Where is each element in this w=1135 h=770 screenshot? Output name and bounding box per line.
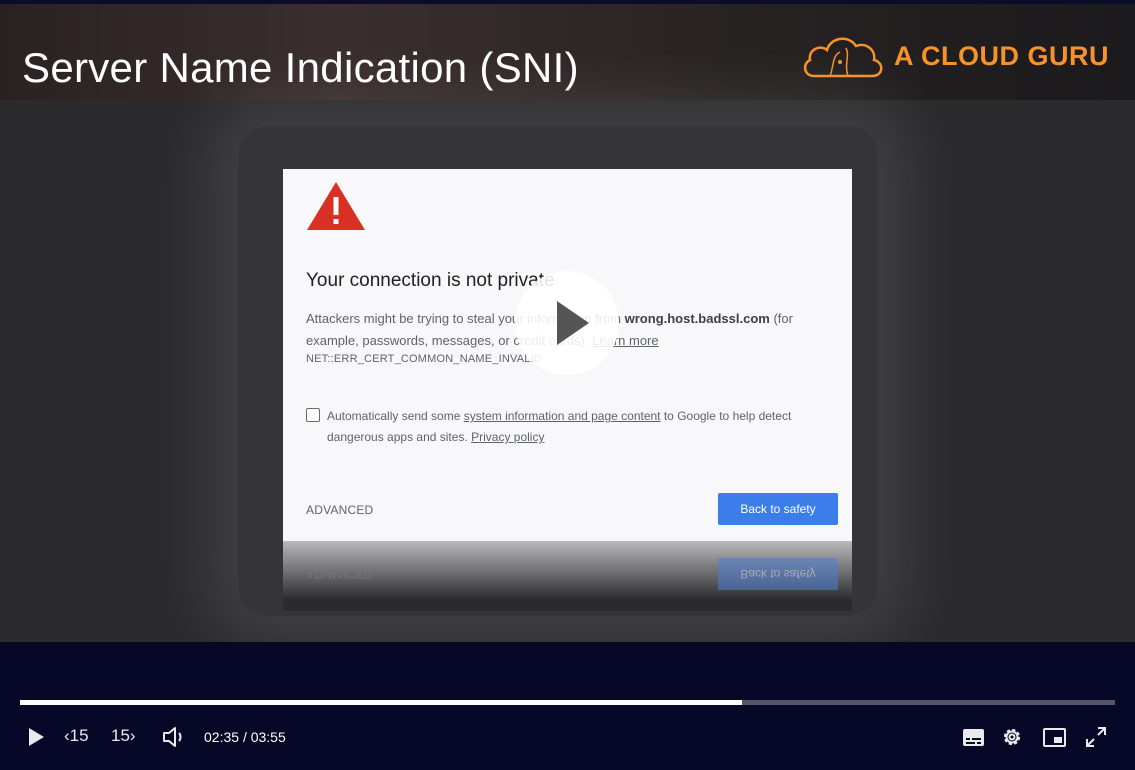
error-code: NET::ERR_CERT_COMMON_NAME_INVALID xyxy=(306,353,543,365)
slide-title: Server Name Indication (SNI) xyxy=(22,44,579,91)
fullscreen-button[interactable] xyxy=(1086,727,1106,747)
video-frame[interactable]: Server Name Indication (SNI) A CLOUD GUR… xyxy=(0,0,1135,642)
progress-bar[interactable] xyxy=(20,700,1115,705)
slide-header: Server Name Indication (SNI) A CLOUD GUR… xyxy=(0,4,1135,100)
forward-15-icon: › xyxy=(129,726,136,745)
settings-button[interactable] xyxy=(1001,726,1023,748)
picture-in-picture-icon xyxy=(1043,728,1066,747)
forward-15-button[interactable]: 15› xyxy=(111,726,136,746)
brand-logo: A CLOUD GURU xyxy=(800,32,1110,84)
host-name: wrong.host.badssl.com xyxy=(624,311,770,326)
rewind-15-button[interactable]: ‹15 xyxy=(64,726,89,746)
play-icon xyxy=(29,728,44,746)
play-button[interactable] xyxy=(26,727,46,747)
consent-text: Automatically send some system informati… xyxy=(327,406,827,448)
big-play-button[interactable] xyxy=(515,271,619,375)
forward-label: 15 xyxy=(111,726,130,745)
reflection-advanced: ADVANCED xyxy=(306,567,372,581)
cloud-logo-icon xyxy=(803,37,883,78)
current-time: 02:35 xyxy=(204,729,240,745)
volume-icon xyxy=(163,727,182,747)
send-info-checkbox[interactable] xyxy=(306,408,320,422)
reflection-back-button: Back to safety xyxy=(718,558,838,590)
warning-icon xyxy=(305,180,367,237)
privacy-policy-link[interactable]: Privacy policy xyxy=(471,430,544,444)
volume-button[interactable] xyxy=(162,726,186,748)
rewind-label: 15 xyxy=(69,726,89,745)
play-icon xyxy=(557,301,589,345)
system-info-link[interactable]: system information and page content xyxy=(464,409,661,423)
time-display: 02:35 / 03:55 xyxy=(204,729,286,745)
consent-prefix: Automatically send some xyxy=(327,409,464,423)
duration: 03:55 xyxy=(250,729,286,745)
fullscreen-icon xyxy=(1086,727,1106,747)
captions-icon xyxy=(963,729,984,746)
brand-name: A CLOUD GURU xyxy=(894,41,1109,71)
picture-in-picture-button[interactable] xyxy=(1043,728,1066,747)
captions-button[interactable] xyxy=(962,728,985,747)
progress-fill xyxy=(20,700,743,705)
time-separator: / xyxy=(242,729,247,745)
dialog-reflection: ADVANCED Back to safety xyxy=(283,541,852,611)
settings-icon xyxy=(1003,728,1021,746)
back-to-safety-button[interactable]: Back to safety xyxy=(718,493,838,525)
advanced-button[interactable]: ADVANCED xyxy=(306,503,373,517)
